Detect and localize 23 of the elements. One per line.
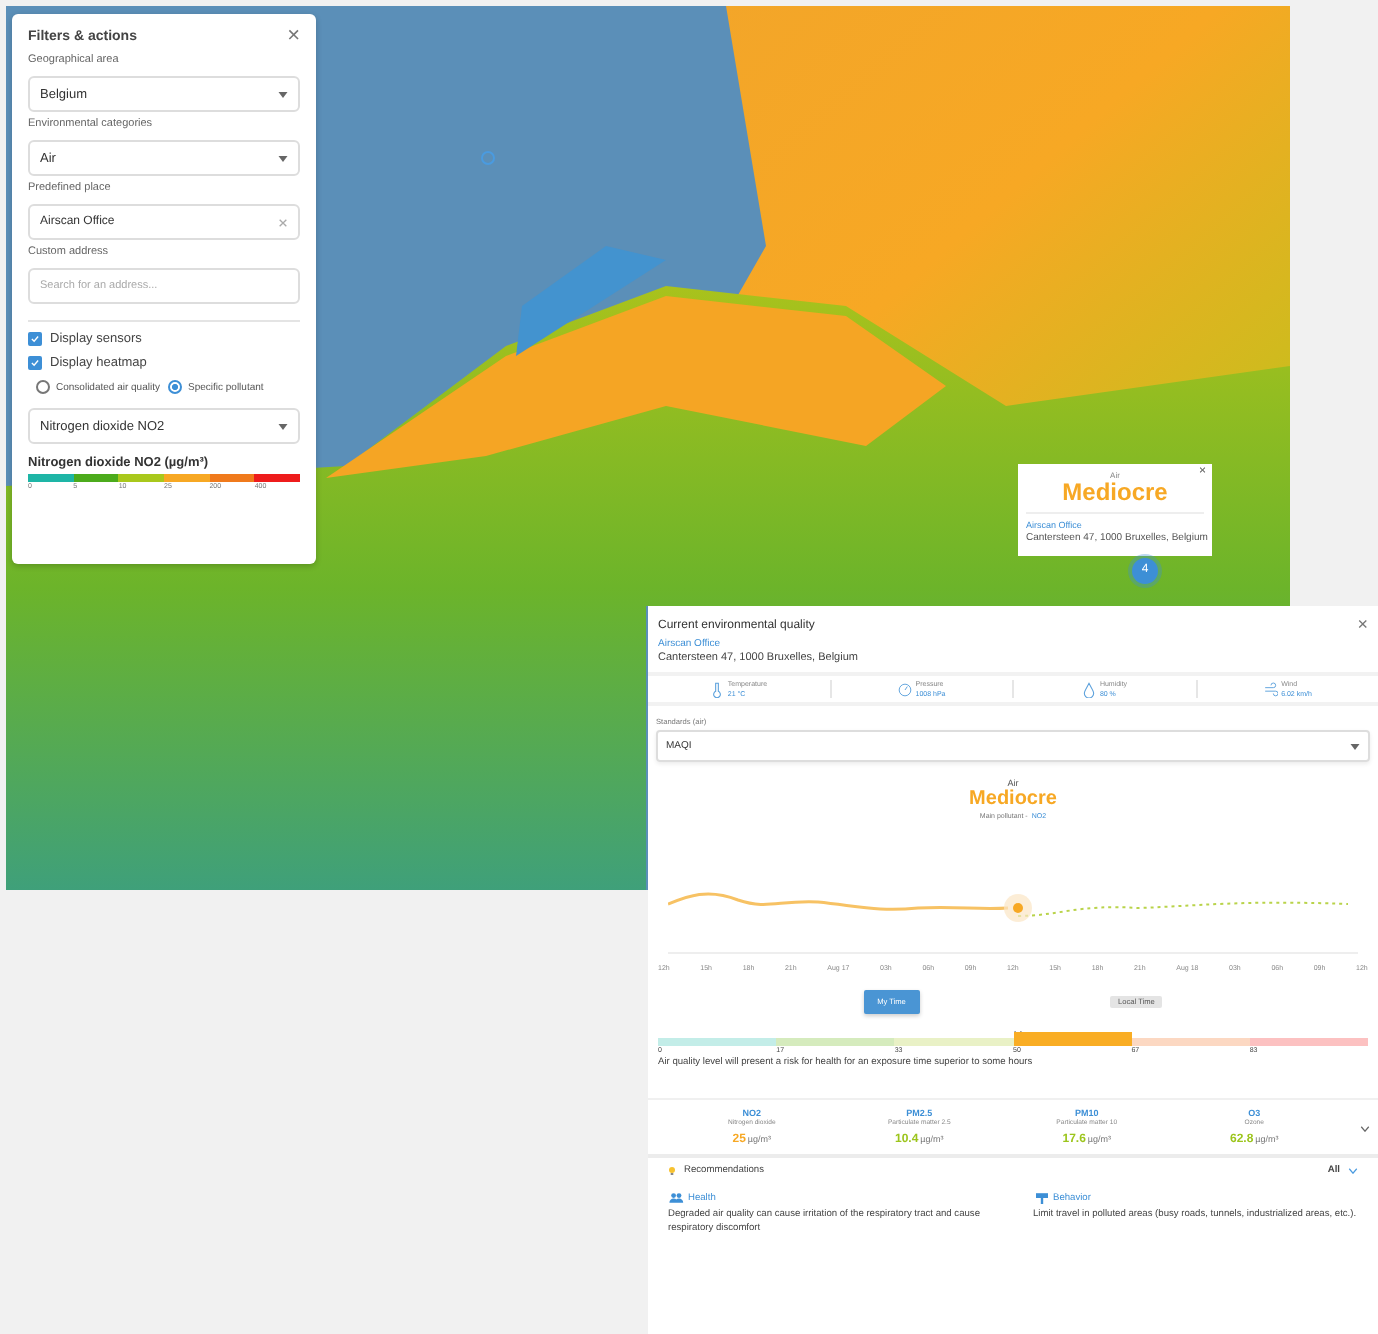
lightbulb-icon bbox=[668, 1166, 676, 1176]
caret-icon bbox=[278, 155, 288, 161]
sensor-marker-icon[interactable] bbox=[481, 151, 495, 165]
close-button[interactable]: × bbox=[1357, 616, 1368, 634]
gauge-icon bbox=[897, 681, 912, 697]
clear-icon[interactable] bbox=[278, 217, 288, 227]
radio-button[interactable] bbox=[167, 380, 182, 394]
checkbox[interactable] bbox=[28, 332, 42, 346]
radio-button[interactable] bbox=[36, 380, 50, 394]
wind-icon bbox=[1263, 681, 1278, 697]
caret-icon bbox=[1350, 743, 1360, 749]
chevron-down-icon[interactable] bbox=[1360, 1126, 1370, 1132]
road-sign-icon bbox=[1033, 1192, 1049, 1204]
close-button[interactable]: × bbox=[287, 26, 300, 46]
quality-rating: Mediocre bbox=[969, 790, 1057, 810]
thermometer-icon bbox=[709, 681, 724, 697]
popup-rating: Mediocre bbox=[1026, 480, 1204, 514]
checkbox[interactable] bbox=[28, 356, 42, 370]
caret-icon bbox=[278, 91, 288, 97]
droplet-icon bbox=[1081, 681, 1096, 697]
caret-icon bbox=[278, 423, 288, 429]
chevron-down-icon[interactable] bbox=[1348, 1168, 1358, 1174]
people-icon bbox=[668, 1192, 684, 1204]
